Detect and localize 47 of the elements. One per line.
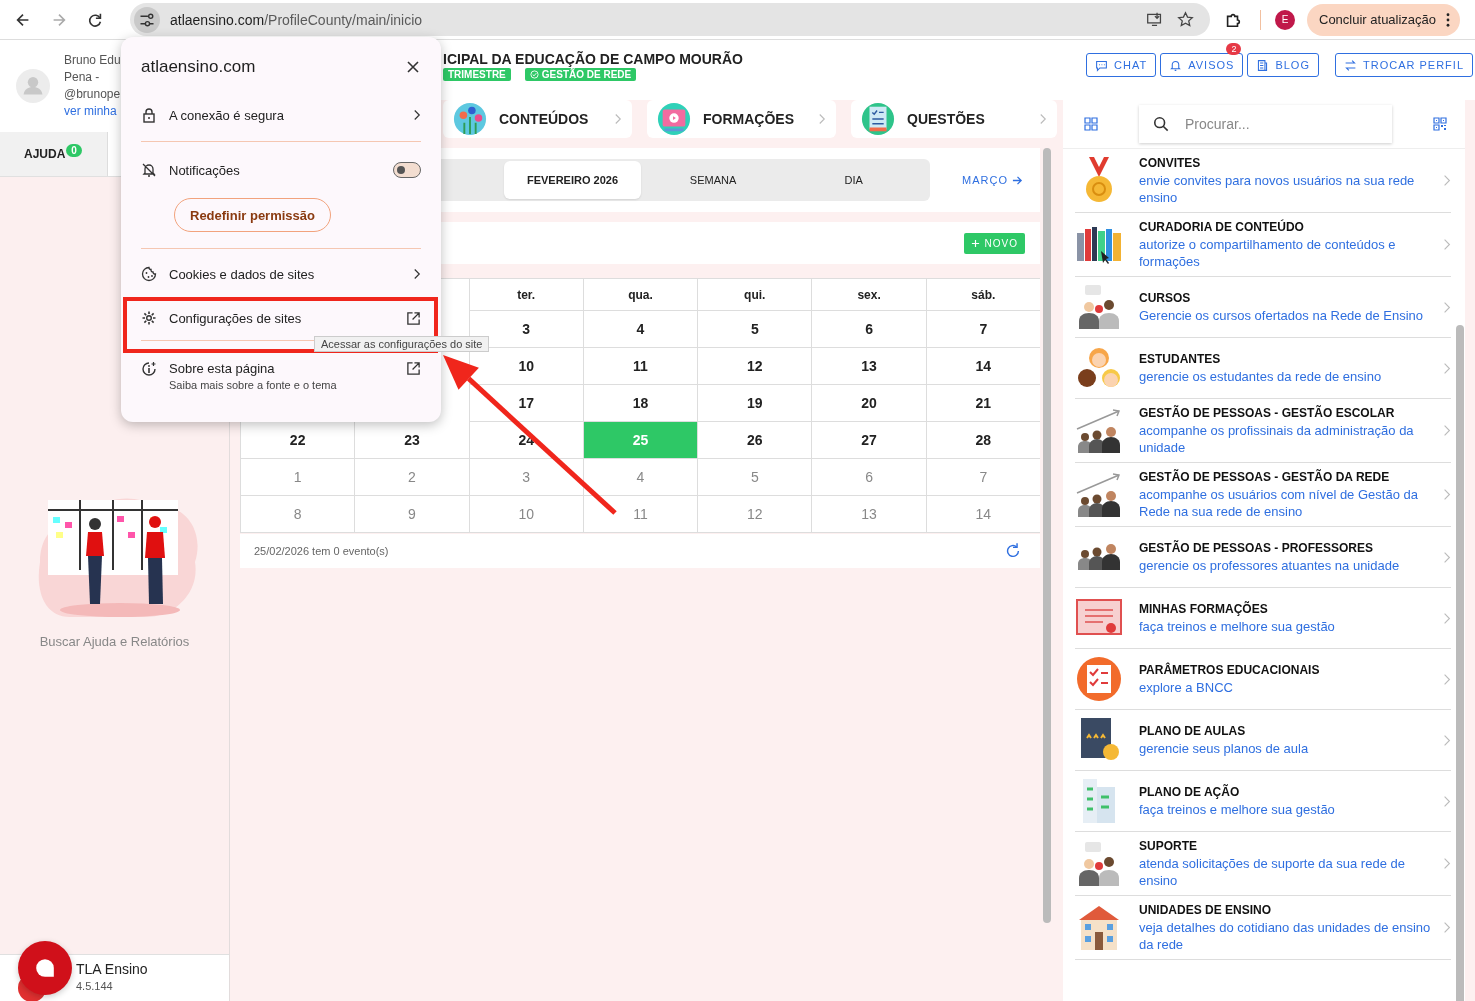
user-handle: @brunope — [64, 86, 121, 103]
item-title: UNIDADES DE ENSINO — [1139, 902, 1273, 919]
item-title: CURADORIA DE CONTEÚDO — [1139, 219, 1305, 236]
item-title: GESTÃO DE PESSOAS - GESTÃO ESCOLAR — [1139, 405, 1396, 422]
count-badge: 0 — [66, 143, 82, 157]
page-title: ICIPAL DA EDUCAÇÃO DE CAMPO MOURÃO — [443, 51, 743, 67]
item-description: envie convites para novos usuários na sua rede ensino — [1139, 172, 1416, 206]
weekday-header: sáb. — [925, 279, 1040, 311]
notification-badge: 2 — [1226, 43, 1242, 55]
item-description: gerencie os estudantes da rede de ensino — [1139, 368, 1383, 385]
item-title: SUPORTE — [1139, 838, 1198, 855]
weekday-header: qui. — [697, 279, 812, 311]
status-badge: GESTÃO DE REDE — [524, 68, 637, 81]
item-description: gerencie os professores atuantes na unidade — [1139, 557, 1401, 574]
item-title: PLANO DE AULAS — [1139, 723, 1247, 740]
item-description: atenda solicitações de suporte da sua rede de ensino — [1139, 855, 1406, 889]
item-title: CURSOS — [1139, 290, 1192, 307]
weekday-header: sex. — [811, 279, 926, 311]
item-description: gerencie seus planos de aula — [1139, 740, 1310, 757]
url-path: /ProfileCounty/main/inicio — [264, 11, 423, 28]
user-name: Bruno Edu — [64, 52, 121, 69]
item-title: PLANO DE AÇÃO — [1139, 784, 1241, 801]
item-description: acompanhe os usuários com nível de Gestão da Rede na sua rede de ensino — [1139, 486, 1419, 520]
notifications-label: Notificações — [169, 162, 241, 178]
weekday-header: qua. — [582, 279, 698, 311]
item-title: CONVITES — [1139, 155, 1202, 172]
app-version: 4.5.144 — [76, 979, 114, 994]
item-title: ESTUDANTES — [1139, 351, 1222, 368]
item-title: MINHAS FORMAÇÕES — [1139, 601, 1269, 618]
item-title: PARÂMETROS EDUCACIONAIS — [1139, 662, 1321, 679]
item-description: acompanhe os profissinais da administração da unidade — [1139, 422, 1415, 456]
user-name: Pena - — [64, 69, 101, 86]
url-host: atlaensino.com — [170, 11, 265, 28]
app-name: TLA Ensino — [76, 961, 148, 978]
item-title: GESTÃO DE PESSOAS - GESTÃO DA REDE — [1139, 469, 1391, 486]
item-description: explore a BNCC — [1139, 679, 1234, 696]
item-description: autorize o compartilhamento de conteúdos e formações — [1139, 236, 1397, 270]
tooltip: Acessar as configurações do site — [314, 336, 490, 352]
item-description: faça treinos e melhore sua gestão — [1139, 801, 1336, 818]
events-summary: 25/02/2026 tem 0 evento(s) — [254, 545, 389, 557]
item-description: veja detalhes do cotidiano das unidades de ensino da rede — [1139, 919, 1432, 953]
item-description: Gerencie os cursos ofertados na Rede de Ensino — [1139, 307, 1424, 324]
status-badge: TRIMESTRE — [443, 68, 511, 81]
item-title: GESTÃO DE PESSOAS - PROFESSORES — [1139, 540, 1375, 557]
item-description: faça treinos e melhore sua gestão — [1139, 618, 1336, 635]
popup-title: atlaensino.com — [141, 57, 256, 77]
weekday-header: ter. — [468, 279, 583, 311]
